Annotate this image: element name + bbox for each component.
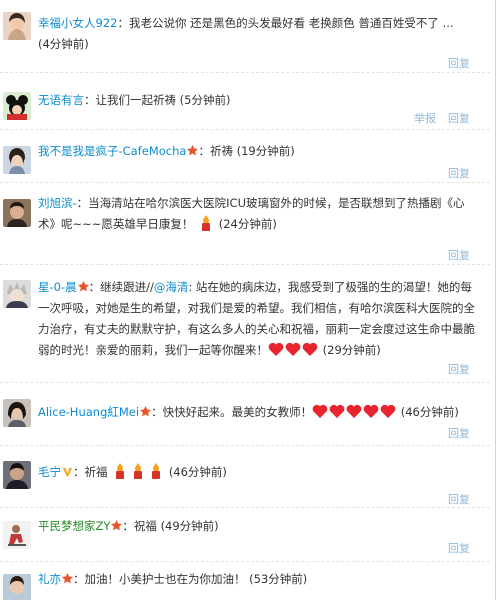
man-singer-avatar[interactable] — [3, 461, 31, 489]
heart-emoticon-icon — [380, 404, 396, 418]
person-portrait-avatar[interactable] — [3, 574, 31, 600]
reply-button[interactable]: 回复 — [448, 112, 470, 125]
comment-author-link[interactable]: 幸福小女人922 — [38, 16, 117, 30]
comment-time: (29分钟前) — [322, 343, 381, 357]
comment-author-link[interactable]: 我不是我是疯子-CafeMocha — [38, 144, 186, 158]
comment-text-prefix: 继续跟进// — [100, 280, 154, 294]
comment-time: (19分钟前) — [236, 144, 295, 158]
comment-author-link[interactable]: 毛宁 — [38, 465, 61, 479]
comment-time: (24分钟前) — [218, 217, 277, 231]
vip-badge-icon — [140, 406, 152, 417]
comment-author-link[interactable]: 无语有言 — [38, 93, 84, 107]
candle-emoticon-icon — [116, 463, 125, 479]
figure-sitting-avatar[interactable] — [3, 521, 31, 549]
comment-time: (49分钟前) — [160, 519, 219, 533]
comment-item: 星-0-晨 ：继续跟进//@海清: 站在她的病床边，我感受到了极强的生的渴望！她的… — [0, 265, 490, 383]
comment-text: 祝福 — [133, 519, 157, 533]
comment-item: 礼亦 ：加油！小美护士也在为你加油！ (53分钟前) — [0, 562, 490, 600]
comment-text: 祈福 — [84, 465, 108, 479]
heart-emoticon-icon — [268, 342, 284, 356]
vip-badge-icon — [187, 145, 199, 156]
girl-portrait-avatar[interactable] — [3, 146, 31, 174]
verified-v-badge-icon — [62, 467, 73, 477]
candle-emoticon-icon — [202, 215, 211, 231]
reply-button[interactable]: 回复 — [448, 363, 470, 376]
comment-item: 我不是我是疯子-CafeMocha ：祈祷 (19分钟前) 回复 — [0, 130, 490, 183]
comment-item: 幸福小女人922：我老公说你 还是黑色的头发最好看 老换颜色 普通百姓受不了 .… — [0, 0, 490, 73]
heart-emoticon-icon — [285, 342, 301, 356]
comment-item: 无语有言：让我们一起祈祷 (5分钟前) 举报 回复 — [0, 73, 490, 130]
comment-time: (5分钟前) — [179, 93, 231, 107]
comment-author-link[interactable]: Alice-Huang紅Mei — [38, 405, 139, 419]
reply-button[interactable]: 回复 — [448, 493, 470, 506]
comment-time: (46分钟前) — [400, 405, 459, 419]
reply-button[interactable]: 回复 — [448, 167, 470, 180]
woman-portrait-avatar[interactable] — [3, 12, 31, 40]
comment-item: 平民梦想家ZY ：祝福 (49分钟前) 回复 — [0, 508, 490, 562]
heart-emoticon-icon — [329, 404, 345, 418]
comment-time: (53分钟前) — [249, 572, 308, 586]
comment-text: 祈祷 — [209, 144, 233, 158]
man-portrait-avatar[interactable] — [3, 199, 31, 227]
heart-emoticon-icon — [346, 404, 362, 418]
comment-author-link[interactable]: 平民梦想家ZY — [38, 519, 110, 533]
comment-time: (46分钟前) — [168, 465, 227, 479]
comment-item: 刘旭滨-：当海清站在哈尔滨医大医院ICU玻璃窗外的时候，是否联想到了热播剧《心术… — [0, 183, 490, 265]
vip-badge-icon — [77, 281, 89, 292]
comment-text: 我老公说你 还是黑色的头发最好看 老换颜色 普通百姓受不了 ... — [128, 16, 454, 30]
vip-badge-icon — [62, 573, 73, 584]
heart-emoticon-icon — [312, 404, 328, 418]
reply-button[interactable]: 回复 — [448, 427, 470, 440]
comment-author-link[interactable]: 刘旭滨- — [38, 196, 77, 210]
anime-character-avatar[interactable] — [3, 280, 31, 308]
comment-author-link[interactable]: 星-0-晨 — [38, 280, 77, 294]
comment-author-link[interactable]: 礼亦 — [38, 572, 61, 586]
candle-emoticon-icon — [152, 463, 161, 479]
comment-item: Alice-Huang紅Mei ：快快好起来。最美的女教师！ (46分钟前) 回复 — [0, 383, 490, 446]
report-button[interactable]: 举报 — [414, 112, 436, 125]
woman-dark-hair-avatar[interactable] — [3, 399, 31, 427]
heart-emoticon-icon — [363, 404, 379, 418]
heart-emoticon-icon — [302, 342, 318, 356]
comment-text: 让我们一起祈祷 — [95, 93, 177, 107]
reply-button[interactable]: 回复 — [448, 57, 470, 70]
comment-item: 毛宁 ：祈福 (46分钟前) 回复 — [0, 446, 490, 508]
reply-button[interactable]: 回复 — [448, 249, 470, 262]
mickey-avatar[interactable] — [3, 92, 31, 120]
comment-time: (4分钟前) — [38, 37, 89, 51]
candle-emoticon-icon — [134, 463, 143, 479]
vip-badge-icon — [111, 520, 123, 531]
reply-button[interactable]: 回复 — [448, 542, 470, 555]
mention-link[interactable]: @海清 — [154, 280, 189, 294]
comment-list: 幸福小女人922：我老公说你 还是黑色的头发最好看 老换颜色 普通百姓受不了 .… — [0, 0, 496, 600]
comment-text: 加油！小美护士也在为你加油！ — [84, 572, 246, 586]
comment-text: 快快好起来。最美的女教师！ — [162, 405, 313, 419]
